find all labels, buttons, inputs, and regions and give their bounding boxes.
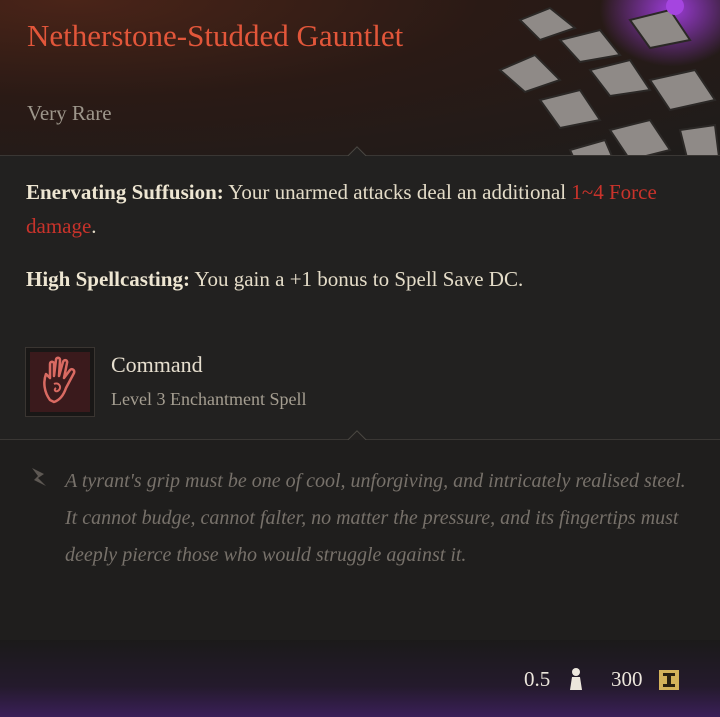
- passive-name: Enervating Suffusion:: [26, 180, 224, 204]
- passive-text: Your unarmed attacks deal an additional: [223, 180, 572, 204]
- quill-icon: [32, 468, 46, 486]
- gold-coin-icon: [659, 670, 679, 690]
- item-name: Netherstone-Studded Gauntlet: [27, 18, 404, 53]
- price-value: 300: [611, 667, 643, 691]
- passive-enervating-suffusion: Enervating Suffusion: Your unarmed attac…: [26, 175, 676, 243]
- item-rarity: Very Rare: [27, 101, 112, 125]
- spell-name: Command: [111, 352, 203, 377]
- weight-value: 0.5: [524, 667, 551, 691]
- passive-high-spellcasting: High Spellcasting: You gain a +1 bonus t…: [26, 262, 676, 296]
- passive-name: High Spellcasting:: [26, 267, 190, 291]
- weight-icon: [570, 668, 582, 690]
- spell-slot[interactable]: [25, 347, 95, 417]
- lore-text: A tyrant's grip must be one of cool, unf…: [65, 470, 686, 566]
- spell-level: Level 3 Enchantment Spell: [111, 389, 307, 409]
- open-hand-icon: [30, 352, 90, 412]
- passive-text: You gain a +1 bonus to Spell Save DC.: [189, 267, 524, 291]
- passive-text-end: .: [91, 214, 97, 238]
